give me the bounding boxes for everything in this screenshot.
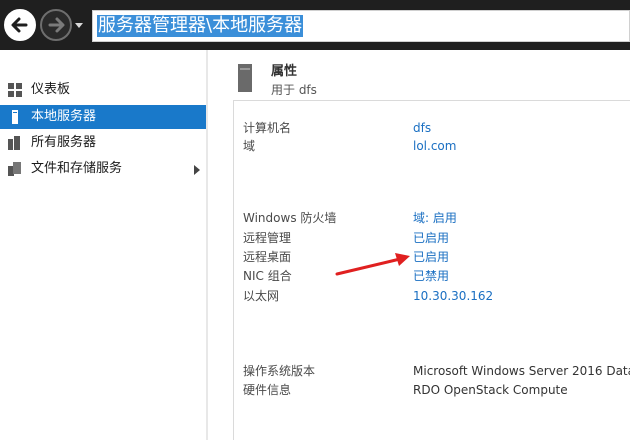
property-label: 远程桌面 xyxy=(243,250,292,264)
properties-panel: 属性 用于 dfs 计算机名 dfs 域 lol.com Windows 防火墙… xyxy=(208,50,630,440)
servers-icon xyxy=(8,136,20,150)
computer-name-link[interactable]: dfs xyxy=(413,120,431,136)
back-arrow-icon xyxy=(11,17,28,33)
sidebar-item-label: 仪表板 xyxy=(31,82,71,97)
sidebar-item-label: 文件和存储服务 xyxy=(31,161,123,176)
property-label: 硬件信息 xyxy=(243,383,292,397)
address-path: 服务器管理器\本地服务器 xyxy=(97,15,304,37)
ethernet-link[interactable]: 10.30.30.162 xyxy=(413,288,493,304)
sidebar-item-file-storage[interactable]: 文件和存储服务 xyxy=(0,157,206,181)
sidebar-item-all-servers[interactable]: 所有服务器 xyxy=(0,131,206,155)
property-label: 以太网 xyxy=(243,289,280,303)
file-storage-icon xyxy=(8,162,21,176)
property-label: 操作系统版本 xyxy=(243,364,316,378)
remote-desktop-link[interactable]: 已启用 xyxy=(413,249,449,265)
forward-arrow-icon xyxy=(48,17,65,33)
chevron-right-icon[interactable] xyxy=(193,165,201,175)
property-label: 远程管理 xyxy=(243,231,292,245)
sidebar-item-dashboard[interactable]: 仪表板 xyxy=(0,78,206,102)
property-label: 计算机名 xyxy=(243,121,292,135)
forward-button[interactable] xyxy=(40,9,72,41)
back-button[interactable] xyxy=(4,9,36,41)
firewall-link[interactable]: 域: 启用 xyxy=(413,210,457,226)
property-label: 域 xyxy=(243,139,256,153)
sidebar-item-local-server[interactable]: 本地服务器 xyxy=(0,105,206,129)
remote-management-link[interactable]: 已启用 xyxy=(413,230,449,246)
hardware-info-value: RDO OpenStack Compute xyxy=(413,383,568,397)
dashboard-icon xyxy=(8,83,22,97)
property-label: Windows 防火墙 xyxy=(243,211,337,225)
properties-title: 属性 xyxy=(271,64,298,79)
sidebar: 仪表板 本地服务器 所有服务器 文件和存储服务 xyxy=(0,50,206,440)
domain-link[interactable]: lol.com xyxy=(413,138,456,154)
properties-subtitle: 用于 dfs xyxy=(271,83,317,97)
nic-teaming-link[interactable]: 已禁用 xyxy=(413,268,449,284)
history-dropdown-icon[interactable] xyxy=(74,20,84,30)
sidebar-item-label: 所有服务器 xyxy=(31,135,97,150)
sidebar-item-label: 本地服务器 xyxy=(31,109,97,124)
property-label: NIC 组合 xyxy=(243,269,292,283)
server-icon xyxy=(12,110,18,124)
title-bar: 服务器管理器\本地服务器 xyxy=(0,0,630,50)
server-icon xyxy=(238,64,252,92)
address-bar[interactable]: 服务器管理器\本地服务器 xyxy=(92,10,630,42)
server-manager-window: 服务器管理器\本地服务器 仪表板 本地服务器 所有服务器 文件和存储服务 属性 … xyxy=(0,0,630,440)
os-version-value: Microsoft Windows Server 2016 Datacenter xyxy=(413,364,630,378)
